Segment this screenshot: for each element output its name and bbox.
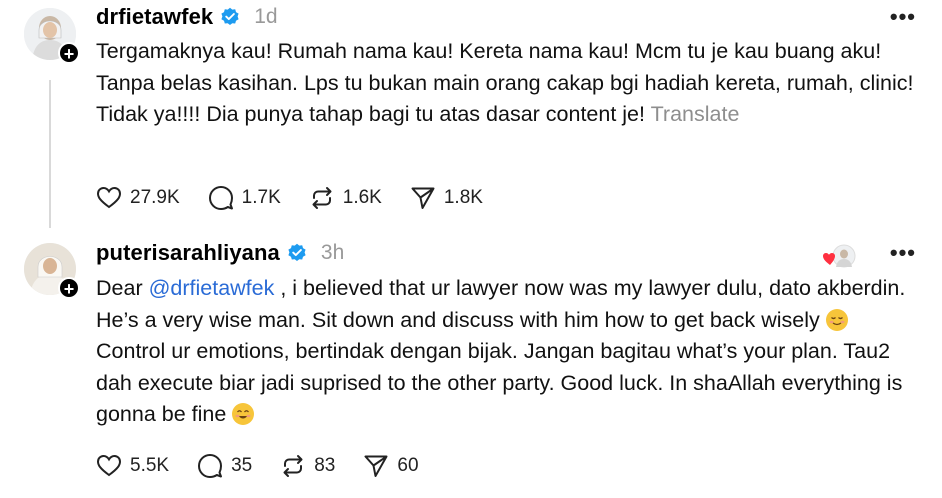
follow-plus-icon[interactable]: +	[58, 277, 80, 299]
share-button[interactable]: 1.8K	[410, 185, 483, 211]
share-icon	[364, 455, 388, 477]
share-count: 60	[397, 455, 419, 476]
thread-line	[49, 80, 51, 228]
reply-count: 35	[231, 455, 253, 476]
like-count: 5.5K	[130, 455, 170, 476]
repost-button[interactable]: 83	[280, 453, 335, 479]
repost-count: 83	[314, 455, 336, 476]
heart-icon	[96, 454, 122, 477]
post-text-content-2: Control ur emotions, bertindak dengan bi…	[96, 339, 903, 426]
comment-icon	[208, 186, 233, 210]
more-icon[interactable]: •••	[890, 240, 916, 266]
repost-icon	[312, 187, 332, 209]
share-button[interactable]: 60	[363, 453, 419, 479]
post-text-content: Tergamaknya kau! Rumah nama kau! Kereta …	[96, 39, 914, 126]
smiling-face-emoji-icon	[232, 403, 255, 425]
relieved-face-emoji-icon	[825, 308, 848, 331]
repost-count: 1.6K	[342, 187, 382, 208]
like-button[interactable]: 5.5K	[96, 453, 169, 479]
like-button[interactable]: 27.9K	[96, 185, 180, 211]
username[interactable]: drfietawfek	[96, 4, 213, 30]
translate-link[interactable]: Translate	[651, 102, 740, 126]
like-count: 27.9K	[130, 187, 180, 208]
more-icon[interactable]: •••	[890, 4, 916, 30]
repost-icon	[283, 455, 303, 477]
post-text: Dear @drfietawfek , i believed that ur l…	[96, 273, 916, 431]
post-text-intro: Dear	[96, 276, 149, 300]
username[interactable]: puterisarahliyana	[96, 240, 280, 266]
verified-icon	[221, 7, 239, 26]
action-bar: 5.5K 35 83 60	[96, 453, 447, 479]
liked-by-author-icon	[823, 244, 856, 268]
avatar-drfietawfek[interactable]: +	[24, 8, 80, 64]
follow-plus-icon[interactable]: +	[58, 42, 80, 64]
post-text: Tergamaknya kau! Rumah nama kau! Kereta …	[96, 36, 916, 131]
heart-icon	[96, 186, 122, 209]
reply-button[interactable]: 35	[197, 453, 252, 479]
post-time: 3h	[320, 241, 345, 264]
action-bar: 27.9K 1.7K 1.6K 1.8K	[96, 185, 511, 211]
verified-icon	[288, 243, 306, 261]
repost-button[interactable]: 1.6K	[309, 185, 382, 211]
avatar-puterisarahliyana[interactable]: +	[24, 243, 80, 299]
post-header: puterisarahliyana 3h	[96, 240, 344, 266]
mention-link[interactable]: @drfietawfek	[149, 276, 275, 300]
reply-count: 1.7K	[241, 187, 281, 208]
post-header: drfietawfek 1d	[96, 4, 278, 30]
reply-button[interactable]: 1.7K	[208, 185, 281, 211]
post-time: 1d	[254, 5, 278, 28]
share-icon	[411, 187, 435, 209]
liked-by-author-badge	[822, 243, 856, 269]
comment-icon	[198, 454, 223, 478]
share-count: 1.8K	[443, 187, 483, 208]
